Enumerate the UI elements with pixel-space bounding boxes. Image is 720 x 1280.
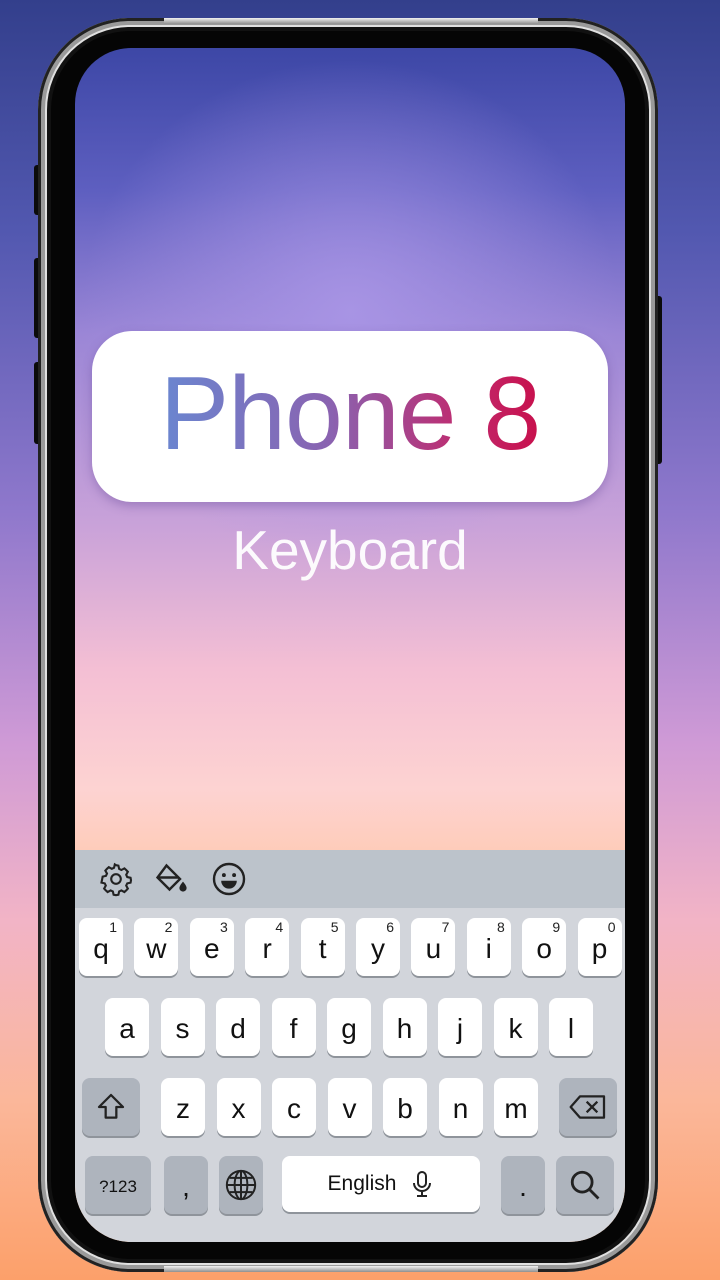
key-number-hint: 7 — [441, 919, 450, 935]
key-label: s — [175, 1013, 190, 1044]
shift-key[interactable] — [82, 1078, 140, 1136]
backspace-key[interactable] — [559, 1078, 617, 1136]
key-y[interactable]: 6y — [356, 918, 400, 976]
key-o[interactable]: 9o — [522, 918, 567, 976]
key-label: q — [93, 933, 109, 964]
key-number-hint: 2 — [164, 919, 173, 935]
microphone-icon[interactable] — [410, 1169, 434, 1199]
key-l[interactable]: l — [549, 998, 593, 1056]
key-z[interactable]: z — [161, 1078, 205, 1136]
key-label: u — [425, 933, 442, 964]
period-key-label: . — [519, 1171, 527, 1202]
key-label: g — [341, 1013, 357, 1044]
key-label: j — [456, 1013, 464, 1044]
keyboard-toolbar — [75, 850, 625, 908]
key-k[interactable]: k — [493, 998, 538, 1056]
globe-icon — [225, 1169, 257, 1201]
key-number-hint: 0 — [607, 919, 616, 935]
key-a[interactable]: a — [105, 998, 149, 1056]
key-b[interactable]: b — [383, 1078, 427, 1136]
key-number-hint: 8 — [497, 919, 505, 935]
key-r[interactable]: 4r — [245, 918, 290, 976]
key-label: w — [146, 933, 167, 964]
frame-band-bottom — [164, 1266, 538, 1272]
key-number-hint: 1 — [109, 919, 117, 935]
key-p[interactable]: 0p — [577, 918, 622, 976]
key-label: e — [204, 933, 220, 964]
key-number-hint: 4 — [275, 919, 284, 935]
key-x[interactable]: x — [216, 1078, 261, 1136]
key-label: o — [536, 933, 552, 964]
key-label: l — [567, 1013, 575, 1044]
space-key-label: English — [327, 1172, 397, 1195]
key-q[interactable]: 1q — [79, 918, 123, 976]
key-label: n — [452, 1093, 469, 1124]
shift-icon — [97, 1093, 125, 1119]
key-label: h — [396, 1013, 413, 1044]
key-label: v — [342, 1093, 357, 1124]
key-label: a — [119, 1013, 135, 1044]
key-number-hint: 3 — [220, 919, 228, 935]
key-label: m — [504, 1093, 528, 1124]
keyboard: 1q2w3e4r5t6y7u8i9o0p asdfghjkl zxcvbnm ?… — [75, 850, 625, 1242]
key-label: b — [397, 1093, 413, 1124]
key-d[interactable]: d — [216, 998, 260, 1056]
key-label: d — [230, 1013, 246, 1044]
key-v[interactable]: v — [327, 1078, 372, 1136]
comma-key-label: , — [182, 1171, 190, 1202]
key-label: c — [287, 1093, 301, 1124]
title-card: Phone 8 — [92, 331, 608, 502]
search-key[interactable] — [556, 1156, 614, 1214]
search-icon — [570, 1170, 600, 1200]
key-label: z — [176, 1093, 190, 1124]
key-label: r — [262, 933, 272, 964]
key-n[interactable]: n — [438, 1078, 483, 1136]
key-m[interactable]: m — [494, 1078, 538, 1136]
gear-icon[interactable] — [98, 861, 134, 897]
key-u[interactable]: 7u — [411, 918, 456, 976]
space-key[interactable]: English — [282, 1156, 480, 1212]
key-f[interactable]: f — [271, 998, 316, 1056]
frame-band-top — [164, 18, 538, 24]
key-t[interactable]: 5t — [300, 918, 345, 976]
symbols-key-label: ?123 — [99, 1177, 137, 1196]
key-number-hint: 5 — [330, 919, 339, 935]
key-g[interactable]: g — [327, 998, 371, 1056]
key-e[interactable]: 3e — [189, 918, 234, 976]
key-label: f — [289, 1013, 298, 1044]
key-number-hint: 6 — [386, 919, 394, 935]
key-c[interactable]: c — [272, 1078, 316, 1136]
emoji-icon[interactable] — [211, 861, 247, 897]
key-label: x — [231, 1093, 246, 1124]
key-j[interactable]: j — [438, 998, 482, 1056]
symbols-key[interactable]: ?123 — [85, 1156, 151, 1214]
backspace-icon — [569, 1095, 606, 1119]
key-w[interactable]: 2w — [134, 918, 179, 976]
app-subtitle: Keyboard — [232, 519, 468, 581]
app-title: Phone 8 — [159, 355, 541, 472]
key-i[interactable]: 8i — [466, 918, 511, 976]
language-key[interactable] — [219, 1156, 263, 1214]
key-label: y — [371, 933, 385, 964]
comma-key[interactable]: , — [164, 1156, 208, 1214]
key-s[interactable]: s — [160, 998, 205, 1056]
period-key[interactable]: . — [501, 1156, 545, 1214]
key-label: t — [318, 933, 327, 964]
key-label: k — [508, 1013, 523, 1044]
key-h[interactable]: h — [382, 998, 427, 1056]
key-label: i — [485, 933, 492, 964]
key-number-hint: 9 — [552, 919, 561, 935]
phone-screen: Phone 8 Keyboard 1q2w3e4r5t6y7u8i9o0p as… — [75, 48, 625, 1242]
paint-bucket-icon[interactable] — [153, 861, 189, 897]
key-label: p — [591, 933, 608, 964]
